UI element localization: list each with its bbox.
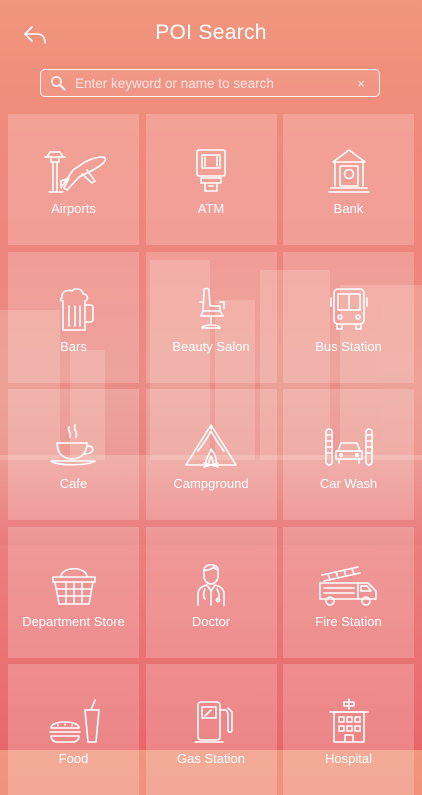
- page-title: POI Search: [155, 21, 267, 44]
- header-bar: POI Search: [0, 0, 422, 64]
- category-label: Bank: [333, 201, 364, 216]
- category-tile-campground[interactable]: Campground: [145, 389, 277, 520]
- category-label: Cafe: [59, 476, 88, 491]
- category-label: Hospital: [325, 751, 372, 766]
- category-tile-beauty-salon[interactable]: Beauty Salon: [145, 251, 277, 383]
- category-tile-hospital[interactable]: Hospital: [283, 664, 414, 795]
- close-icon[interactable]: ×: [351, 76, 371, 91]
- category-label: Food: [58, 751, 89, 766]
- category-label: Department Store: [22, 613, 125, 629]
- search-input[interactable]: [75, 72, 351, 94]
- car-wash-icon: [324, 428, 373, 466]
- category-tile-department-store[interactable]: Department Store: [8, 526, 139, 658]
- coffee-cup-icon: [49, 424, 96, 466]
- search-bar: ×: [40, 69, 380, 97]
- category-tile-bank[interactable]: Bank: [283, 114, 414, 245]
- category-tile-atm[interactable]: ATM: [145, 114, 277, 245]
- airport-icon: [43, 151, 106, 193]
- category-label: Campground: [173, 476, 249, 491]
- atm-icon: [196, 149, 226, 192]
- gas-pump-icon: [194, 701, 233, 743]
- category-label: Fire Station: [315, 613, 382, 629]
- salon-chair-icon: [199, 287, 225, 329]
- category-label: Gas Station: [177, 751, 245, 766]
- category-tile-car-wash[interactable]: Car Wash: [283, 389, 414, 520]
- category-label: ATM: [197, 201, 225, 216]
- beer-mug-icon: [59, 287, 94, 331]
- doctor-icon: [197, 563, 225, 606]
- food-icon: [48, 699, 100, 743]
- category-label: Doctor: [191, 613, 231, 629]
- bus-icon: [329, 287, 368, 330]
- category-tile-gas-station[interactable]: Gas Station: [145, 664, 277, 795]
- category-label: Beauty Salon: [172, 338, 250, 354]
- search-icon: [51, 76, 66, 91]
- category-tile-doctor[interactable]: Doctor: [145, 526, 277, 658]
- fire-truck-icon: [318, 565, 377, 606]
- category-tile-food[interactable]: Food: [8, 664, 139, 795]
- category-label: Car Wash: [319, 476, 378, 491]
- category-tile-cafe[interactable]: Cafe: [8, 389, 139, 520]
- hospital-icon: [328, 698, 369, 743]
- tent-icon: [185, 424, 237, 468]
- category-tile-fire-station[interactable]: Fire Station: [283, 526, 414, 658]
- category-label: Bars: [60, 338, 87, 354]
- category-tile-bus-station[interactable]: Bus Station: [283, 251, 414, 383]
- shopping-basket-icon: [51, 567, 96, 605]
- category-grid: Airports ATM Bank Bars Beauty Salon Bus …: [8, 114, 414, 795]
- category-label: Bus Station: [315, 338, 382, 354]
- category-label: Airports: [51, 201, 96, 216]
- category-tile-bars[interactable]: Bars: [8, 251, 139, 383]
- bank-icon: [327, 149, 370, 193]
- category-tile-airports[interactable]: Airports: [8, 114, 139, 245]
